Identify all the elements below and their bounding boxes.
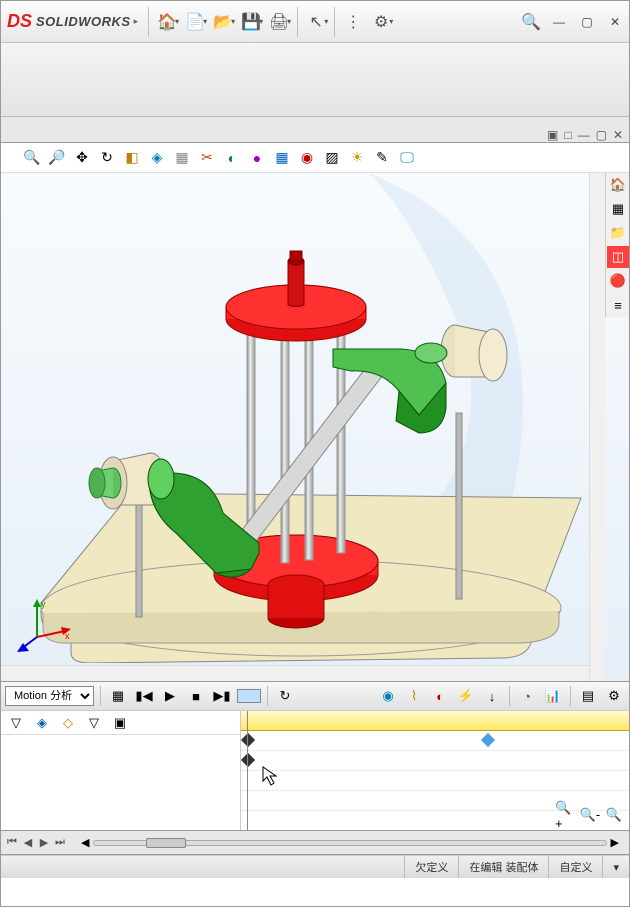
sp-home-icon[interactable]: 🏠 [607, 174, 629, 196]
display-style-icon[interactable]: ▦ [171, 147, 193, 169]
maximize-button[interactable]: ▢ [573, 12, 601, 32]
sp-pin-icon[interactable]: ≡ [607, 294, 629, 316]
dropdown-icon[interactable]: ▾ [231, 17, 235, 26]
pan-icon[interactable]: ✥ [71, 147, 93, 169]
app-name: SOLIDWORKS [36, 14, 131, 29]
zoom-out-icon[interactable]: 🔍- [579, 804, 601, 826]
logo-ds-icon: DS [7, 11, 32, 32]
status-dropdown-icon[interactable]: ▾ [602, 856, 629, 878]
app-logo[interactable]: DS SOLIDWORKS ▸ [1, 11, 144, 32]
zoom-in-icon[interactable]: 🔍+ [555, 804, 577, 826]
tab-prev-icon[interactable]: ◀ [21, 836, 35, 849]
svg-text:x: x [65, 631, 70, 641]
timeline-ruler[interactable] [241, 711, 629, 731]
timeline[interactable]: 🔍+ 🔍- 🔍 [241, 711, 629, 830]
status-definition: 欠定义 [404, 856, 458, 878]
settings-icon[interactable]: ▤ [577, 685, 599, 707]
result-icon[interactable]: ◔ [516, 685, 538, 707]
tab-close-icon[interactable]: ✕ [613, 128, 623, 142]
sp-folder-icon[interactable]: 📁 [607, 222, 629, 244]
play-end-icon[interactable]: ▶▮ [211, 685, 233, 707]
triad-icon: y x [17, 597, 77, 657]
appearance-icon[interactable]: ● [246, 147, 268, 169]
separator [334, 7, 335, 37]
filter3-icon[interactable]: ◇ [57, 712, 79, 734]
camera-icon[interactable]: ▦ [271, 147, 293, 169]
force-icon[interactable]: ⚡ [455, 685, 477, 707]
dropdown-icon[interactable]: ▾ [287, 17, 291, 26]
svg-text:y: y [41, 599, 46, 609]
play-start-icon[interactable]: ▮◀ [133, 685, 155, 707]
filter5-icon[interactable]: ▣ [109, 712, 131, 734]
model-3d [1, 173, 591, 663]
status-editing: 在编辑 装配体 [458, 856, 548, 878]
dropdown-icon[interactable]: ▾ [203, 17, 207, 26]
options-icon[interactable]: ⚙ [603, 685, 625, 707]
separator [297, 7, 298, 37]
view-orient-icon[interactable]: ◈ [146, 147, 168, 169]
zoom-area-icon[interactable]: 🔎 [46, 147, 68, 169]
light-icon[interactable]: ☀ [346, 147, 368, 169]
sp-layers-icon[interactable]: ▦ [607, 198, 629, 220]
zoom-fit-icon[interactable]: 🔍 [603, 804, 625, 826]
rotate-icon[interactable]: ↻ [96, 147, 118, 169]
dropdown-icon[interactable]: ▾ [175, 17, 179, 26]
dropdown-icon[interactable]: ▾ [389, 17, 393, 26]
tab-expand-icon[interactable]: ▣ [547, 128, 558, 142]
zoom-fit-icon[interactable]: 🔍 [21, 147, 43, 169]
tab-min-icon[interactable]: — [578, 128, 590, 142]
separator [148, 7, 149, 37]
screen-icon[interactable]: 🖵 [396, 147, 418, 169]
scrollbar-horizontal[interactable] [1, 665, 589, 681]
timeline-scroll[interactable]: ◀ ▶ [71, 836, 629, 849]
close-button[interactable]: ✕ [601, 12, 629, 32]
dropdown-icon[interactable]: ▾ [324, 17, 328, 26]
tab-last-icon[interactable]: ⏭ [53, 836, 67, 849]
motion-tree: ▽ ◈ ◇ ▽ ▣ [1, 711, 241, 830]
tab-help-icon[interactable]: □ [564, 128, 571, 142]
status-custom[interactable]: 自定义 [548, 856, 602, 878]
viewport-3d[interactable]: y x 🏠 ▦ 📁 ◫ 🔴 ≡ [1, 173, 629, 681]
loop-icon[interactable]: ↻ [274, 685, 296, 707]
tab-next-icon[interactable]: ▶ [37, 836, 51, 849]
play-icon[interactable]: ▶ [159, 685, 181, 707]
stop-icon[interactable]: ■ [185, 685, 207, 707]
hide-show-icon[interactable]: ✂ [196, 147, 218, 169]
minimize-button[interactable]: — [545, 12, 573, 32]
filter4-icon[interactable]: ▽ [83, 712, 105, 734]
sp-appearance-icon[interactable]: ◫ [607, 246, 629, 268]
logo-dropdown-icon: ▸ [134, 16, 139, 27]
contact-icon[interactable]: ◐ [429, 685, 451, 707]
filter2-icon[interactable]: ◈ [31, 712, 53, 734]
settings-button[interactable]: ⋮ [339, 8, 367, 36]
calculate-icon[interactable]: ▦ [107, 685, 129, 707]
tab-first-icon[interactable]: ⏮ [5, 836, 19, 849]
filter-icon[interactable]: ▽ [5, 712, 27, 734]
edit-scene-icon[interactable]: ✎ [371, 147, 393, 169]
texture-icon[interactable]: ▨ [321, 147, 343, 169]
time-cursor[interactable] [247, 711, 248, 830]
motor-icon[interactable]: ◉ [377, 685, 399, 707]
tab-nav: ⏮ ◀ ▶ ⏭ [1, 836, 71, 849]
side-panel: 🏠 ▦ 📁 ◫ 🔴 ≡ [605, 173, 629, 317]
search-button[interactable]: 🔍 [517, 8, 545, 36]
plot-icon[interactable]: 📊 [542, 685, 564, 707]
sp-color-icon[interactable]: 🔴 [607, 270, 629, 292]
tab-max-icon[interactable]: ▢ [596, 128, 607, 142]
view-toolbar: 🔍 🔎 ✥ ↻ ◧ ◈ ▦ ✂ ◐ ● ▦ ◉ ▨ ☀ ✎ 🖵 [1, 143, 629, 173]
spring-icon[interactable]: ⌇ [403, 685, 425, 707]
scrollbar-vertical[interactable] [589, 173, 605, 681]
scroll-thumb[interactable] [146, 838, 186, 848]
section-icon[interactable]: ◧ [121, 147, 143, 169]
gravity-icon[interactable]: ↓ [481, 685, 503, 707]
dropdown-icon[interactable]: ▾ [259, 17, 263, 26]
scene-icon[interactable]: ◐ [221, 147, 243, 169]
speed-input[interactable] [237, 689, 261, 703]
render-icon[interactable]: ◉ [296, 147, 318, 169]
cursor-icon [261, 765, 281, 789]
motion-mode-select[interactable]: Motion 分析 [5, 686, 94, 706]
